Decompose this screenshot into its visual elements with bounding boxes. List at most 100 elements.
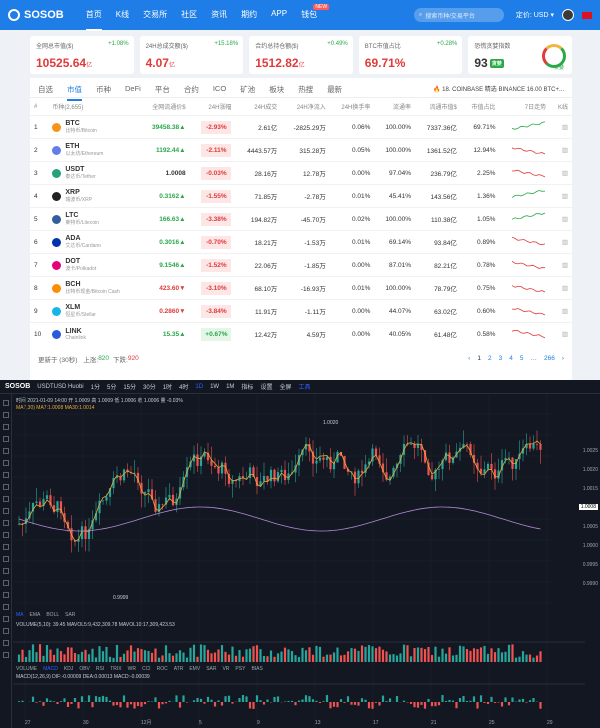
brand-logo[interactable]: SOSOB	[8, 9, 64, 21]
table-row[interactable]: 8 BCH 比特币现金/Bitcoin Cash 423.60▼ -3.10% 68.10…	[30, 276, 572, 300]
interval-4时[interactable]: 4时	[179, 382, 188, 391]
column-header[interactable]: 币种(2,655)	[48, 98, 139, 116]
drawing-tool-icon[interactable]	[2, 628, 9, 634]
indicator-tab[interactable]: VOLUME	[16, 666, 37, 672]
column-header[interactable]: 24H换手率	[330, 98, 375, 116]
indicator-tab[interactable]: VR	[222, 666, 229, 672]
coin-cell[interactable]: BCH 比特币现金/Bitcoin Cash	[48, 276, 140, 300]
kline-chart-icon[interactable]: ▥	[562, 308, 568, 315]
interval-30分[interactable]: 30分	[143, 382, 156, 391]
drawing-tool-icon[interactable]	[2, 544, 9, 550]
indicator-tab[interactable]: SAR	[206, 666, 216, 672]
page-link[interactable]: 266	[544, 355, 555, 362]
drawing-tool-icon[interactable]	[2, 640, 9, 646]
indicator-tab[interactable]: BIAS	[251, 666, 262, 672]
language-flag-icon[interactable]	[582, 11, 592, 19]
drawing-tool-icon[interactable]	[2, 616, 9, 622]
interval-1分[interactable]: 1分	[91, 382, 100, 391]
column-header[interactable]: 7日走势	[499, 98, 550, 116]
kline-chart-icon[interactable]: ▥	[562, 170, 568, 177]
coin-cell[interactable]: ADA 艾达币/Cardano	[48, 230, 140, 254]
kline-chart-icon[interactable]: ▥	[562, 147, 568, 154]
coin-cell[interactable]: XRP 瑞波币/XRP	[48, 184, 140, 208]
tab-2[interactable]: 币种	[96, 84, 111, 95]
indicator-tab[interactable]: TRIX	[110, 666, 121, 672]
indicator-tab[interactable]: WR	[128, 666, 136, 672]
coin-cell[interactable]: USDT 泰达币/Tether	[48, 161, 140, 185]
drawing-tool-icon[interactable]	[2, 556, 9, 562]
kline-chart-icon[interactable]: ▥	[562, 193, 568, 200]
chart-tool[interactable]: 设置	[260, 382, 272, 391]
kline-cell[interactable]: ▥	[550, 184, 572, 208]
tab-3[interactable]: DeFi	[125, 84, 141, 93]
page-link[interactable]: ›	[562, 355, 564, 362]
drawing-tool-icon[interactable]	[2, 436, 9, 442]
kline-chart-icon[interactable]: ▥	[562, 216, 568, 223]
drawing-tool-icon[interactable]	[2, 472, 9, 478]
column-header[interactable]: #	[30, 98, 48, 116]
tab-0[interactable]: 自选	[38, 84, 53, 95]
tab-7[interactable]: 矿池	[240, 84, 255, 95]
column-header[interactable]: 24H净流入	[281, 98, 329, 116]
kline-chart-icon[interactable]: ▥	[562, 239, 568, 246]
page-link[interactable]: 3	[499, 355, 503, 362]
tab-10[interactable]: 最新	[327, 84, 342, 95]
drawing-tool-icon[interactable]	[2, 400, 9, 406]
indicator-tab[interactable]: ROC	[157, 666, 168, 672]
kline-chart-icon[interactable]: ▥	[562, 285, 568, 292]
overlay-tab[interactable]: SAR	[65, 612, 75, 618]
interval-15分[interactable]: 15分	[123, 382, 136, 391]
indicator-tab[interactable]: RSI	[96, 666, 104, 672]
column-header[interactable]: 市值占比	[461, 98, 500, 116]
drawing-tool-icon[interactable]	[2, 412, 9, 418]
column-header[interactable]: 流通率	[374, 98, 415, 116]
interval-1M[interactable]: 1M	[226, 384, 234, 390]
page-link[interactable]: 2	[488, 355, 492, 362]
drawing-tool-icon[interactable]	[2, 592, 9, 598]
avatar[interactable]	[562, 9, 574, 21]
kline-cell[interactable]: ▥	[550, 276, 572, 300]
table-row[interactable]: 4 XRP 瑞波币/XRP 0.3162▲ -1.55% 71.85万 -2.78万 0.01…	[30, 184, 572, 208]
kline-chart-icon[interactable]: ▥	[562, 124, 568, 131]
kline-chart-icon[interactable]: ▥	[562, 262, 568, 269]
kline-chart-icon[interactable]: ▥	[562, 331, 568, 338]
indicator-tab[interactable]: OBV	[79, 666, 90, 672]
coin-cell[interactable]: LTC 莱特币/Litecoin	[48, 207, 140, 231]
tab-5[interactable]: 合约	[184, 84, 199, 95]
nav-link-6[interactable]: APP	[271, 0, 287, 31]
drawing-tool-icon[interactable]	[2, 520, 9, 526]
currency-selector[interactable]: 定价: USD ▾	[516, 10, 554, 20]
table-row[interactable]: 7 DOT 波卡/Polkadot 9.1546▲ -1.52% 22.06万 -1.85万…	[30, 253, 572, 277]
kline-cell[interactable]: ▥	[550, 207, 572, 231]
drawing-tool-icon[interactable]	[2, 652, 9, 658]
column-header[interactable]: 24H涨幅	[190, 98, 236, 116]
drawing-tool-icon[interactable]	[2, 484, 9, 490]
coin-cell[interactable]: LINK Chainlink	[48, 322, 140, 346]
column-header[interactable]: K线	[550, 98, 572, 116]
nav-link-2[interactable]: 交易所	[143, 0, 167, 31]
news-ticker[interactable]: 🔥 18. COINBASE 精选 BINANCE 16.00 BTC+...	[433, 84, 564, 93]
table-row[interactable]: 1 BTC 比特币/Bitcoin 39458.38▲ -2.93% 2.61亿 -2825…	[30, 115, 572, 139]
column-header[interactable]: 24H成交	[235, 98, 281, 116]
indicator-tab[interactable]: ATR	[174, 666, 184, 672]
coin-cell[interactable]: ETH 以太坊/Ethereum	[48, 138, 140, 162]
drawing-tool-icon[interactable]	[2, 496, 9, 502]
page-link[interactable]: 1	[477, 355, 481, 362]
tab-4[interactable]: 平台	[155, 84, 170, 95]
coin-cell[interactable]: XLM 恒星币/Stellar	[48, 299, 140, 323]
coin-cell[interactable]: DOT 波卡/Polkadot	[48, 253, 140, 277]
chart-tool[interactable]: 工具	[298, 382, 310, 391]
table-row[interactable]: 9 XLM 恒星币/Stellar 0.2860▼ -3.84% 11.91万 -1.11万…	[30, 299, 572, 323]
interval-5分[interactable]: 5分	[107, 382, 116, 391]
kline-cell[interactable]: ▥	[550, 230, 572, 254]
chart-symbol[interactable]: USDTUSD Huobi	[37, 384, 83, 390]
interval-1D[interactable]: 1D	[195, 384, 203, 390]
table-row[interactable]: 6 ADA 艾达币/Cardano 0.3016▲ -0.70% 18.21万 -1.53万…	[30, 230, 572, 254]
overlay-tab[interactable]: EMA	[30, 612, 41, 618]
coin-cell[interactable]: BTC 比特币/Bitcoin	[48, 115, 140, 139]
page-link[interactable]: 4	[509, 355, 513, 362]
page-link[interactable]: ‹	[468, 355, 470, 362]
drawing-tool-icon[interactable]	[2, 532, 9, 538]
drawing-tool-icon[interactable]	[2, 448, 9, 454]
overlay-tab[interactable]: BOLL	[46, 612, 59, 618]
